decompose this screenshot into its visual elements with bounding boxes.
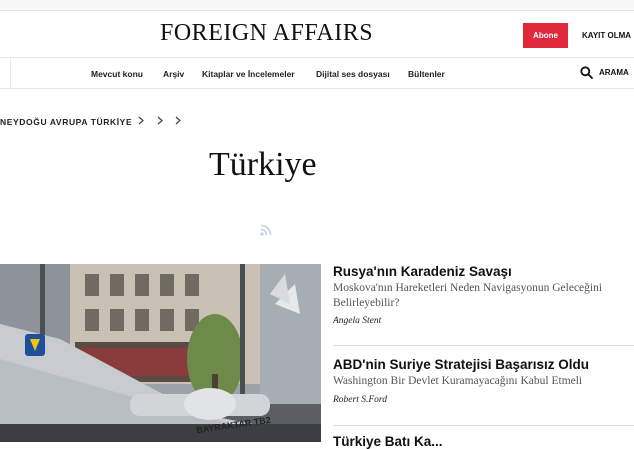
- chevron-right-icon: [175, 116, 181, 125]
- breadcrumb[interactable]: NEYDOĞU AVRUPA TÜRKİYE: [0, 117, 132, 127]
- nav-item-books-reviews[interactable]: Kitaplar ve İncelemeler: [202, 69, 295, 79]
- hero-image[interactable]: BAYRAKTAR TB2: [0, 264, 321, 442]
- search-icon: [580, 66, 593, 79]
- article-divider: [333, 425, 634, 426]
- search-button[interactable]: ARAMA: [580, 66, 629, 79]
- nav-item-newsletters[interactable]: Bültenler: [408, 69, 445, 79]
- article-author[interactable]: Angela Stent: [333, 316, 381, 326]
- article-dek: Moskova'nın Hareketleri Neden Navigasyon…: [333, 282, 603, 309]
- nav-top-border: [0, 57, 634, 58]
- nav-bottom-border: [0, 88, 634, 89]
- login-link[interactable]: KAYIT OLMA: [582, 31, 631, 40]
- site-logo[interactable]: FOREIGN AFFAIRS: [160, 20, 373, 47]
- article-dek: Washington Bir Devlet Kuramayacağını Kab…: [333, 375, 583, 387]
- chevron-right-icon: [138, 116, 144, 125]
- article-headline[interactable]: ABD'nin Suriye Stratejisi Başarısız Oldu: [333, 357, 589, 372]
- subscribe-button[interactable]: Abone: [523, 23, 568, 48]
- page-title: Türkiye: [209, 146, 317, 183]
- chevron-right-icon: [157, 116, 163, 125]
- top-strip: [0, 0, 634, 11]
- rss-icon[interactable]: [260, 224, 272, 236]
- nav-item-current-issue[interactable]: Mevcut konu: [91, 69, 143, 79]
- article-headline[interactable]: Rusya'nın Karadeniz Savaşı: [333, 264, 512, 279]
- nav-item-podcast[interactable]: Dijital ses dosyası: [316, 69, 390, 79]
- article-divider: [333, 345, 634, 346]
- nav-item-archive[interactable]: Arşiv: [163, 69, 184, 79]
- search-label: ARAMA: [599, 68, 629, 77]
- nav-separator: [10, 58, 11, 88]
- article-author[interactable]: Robert S.Ford: [333, 395, 387, 405]
